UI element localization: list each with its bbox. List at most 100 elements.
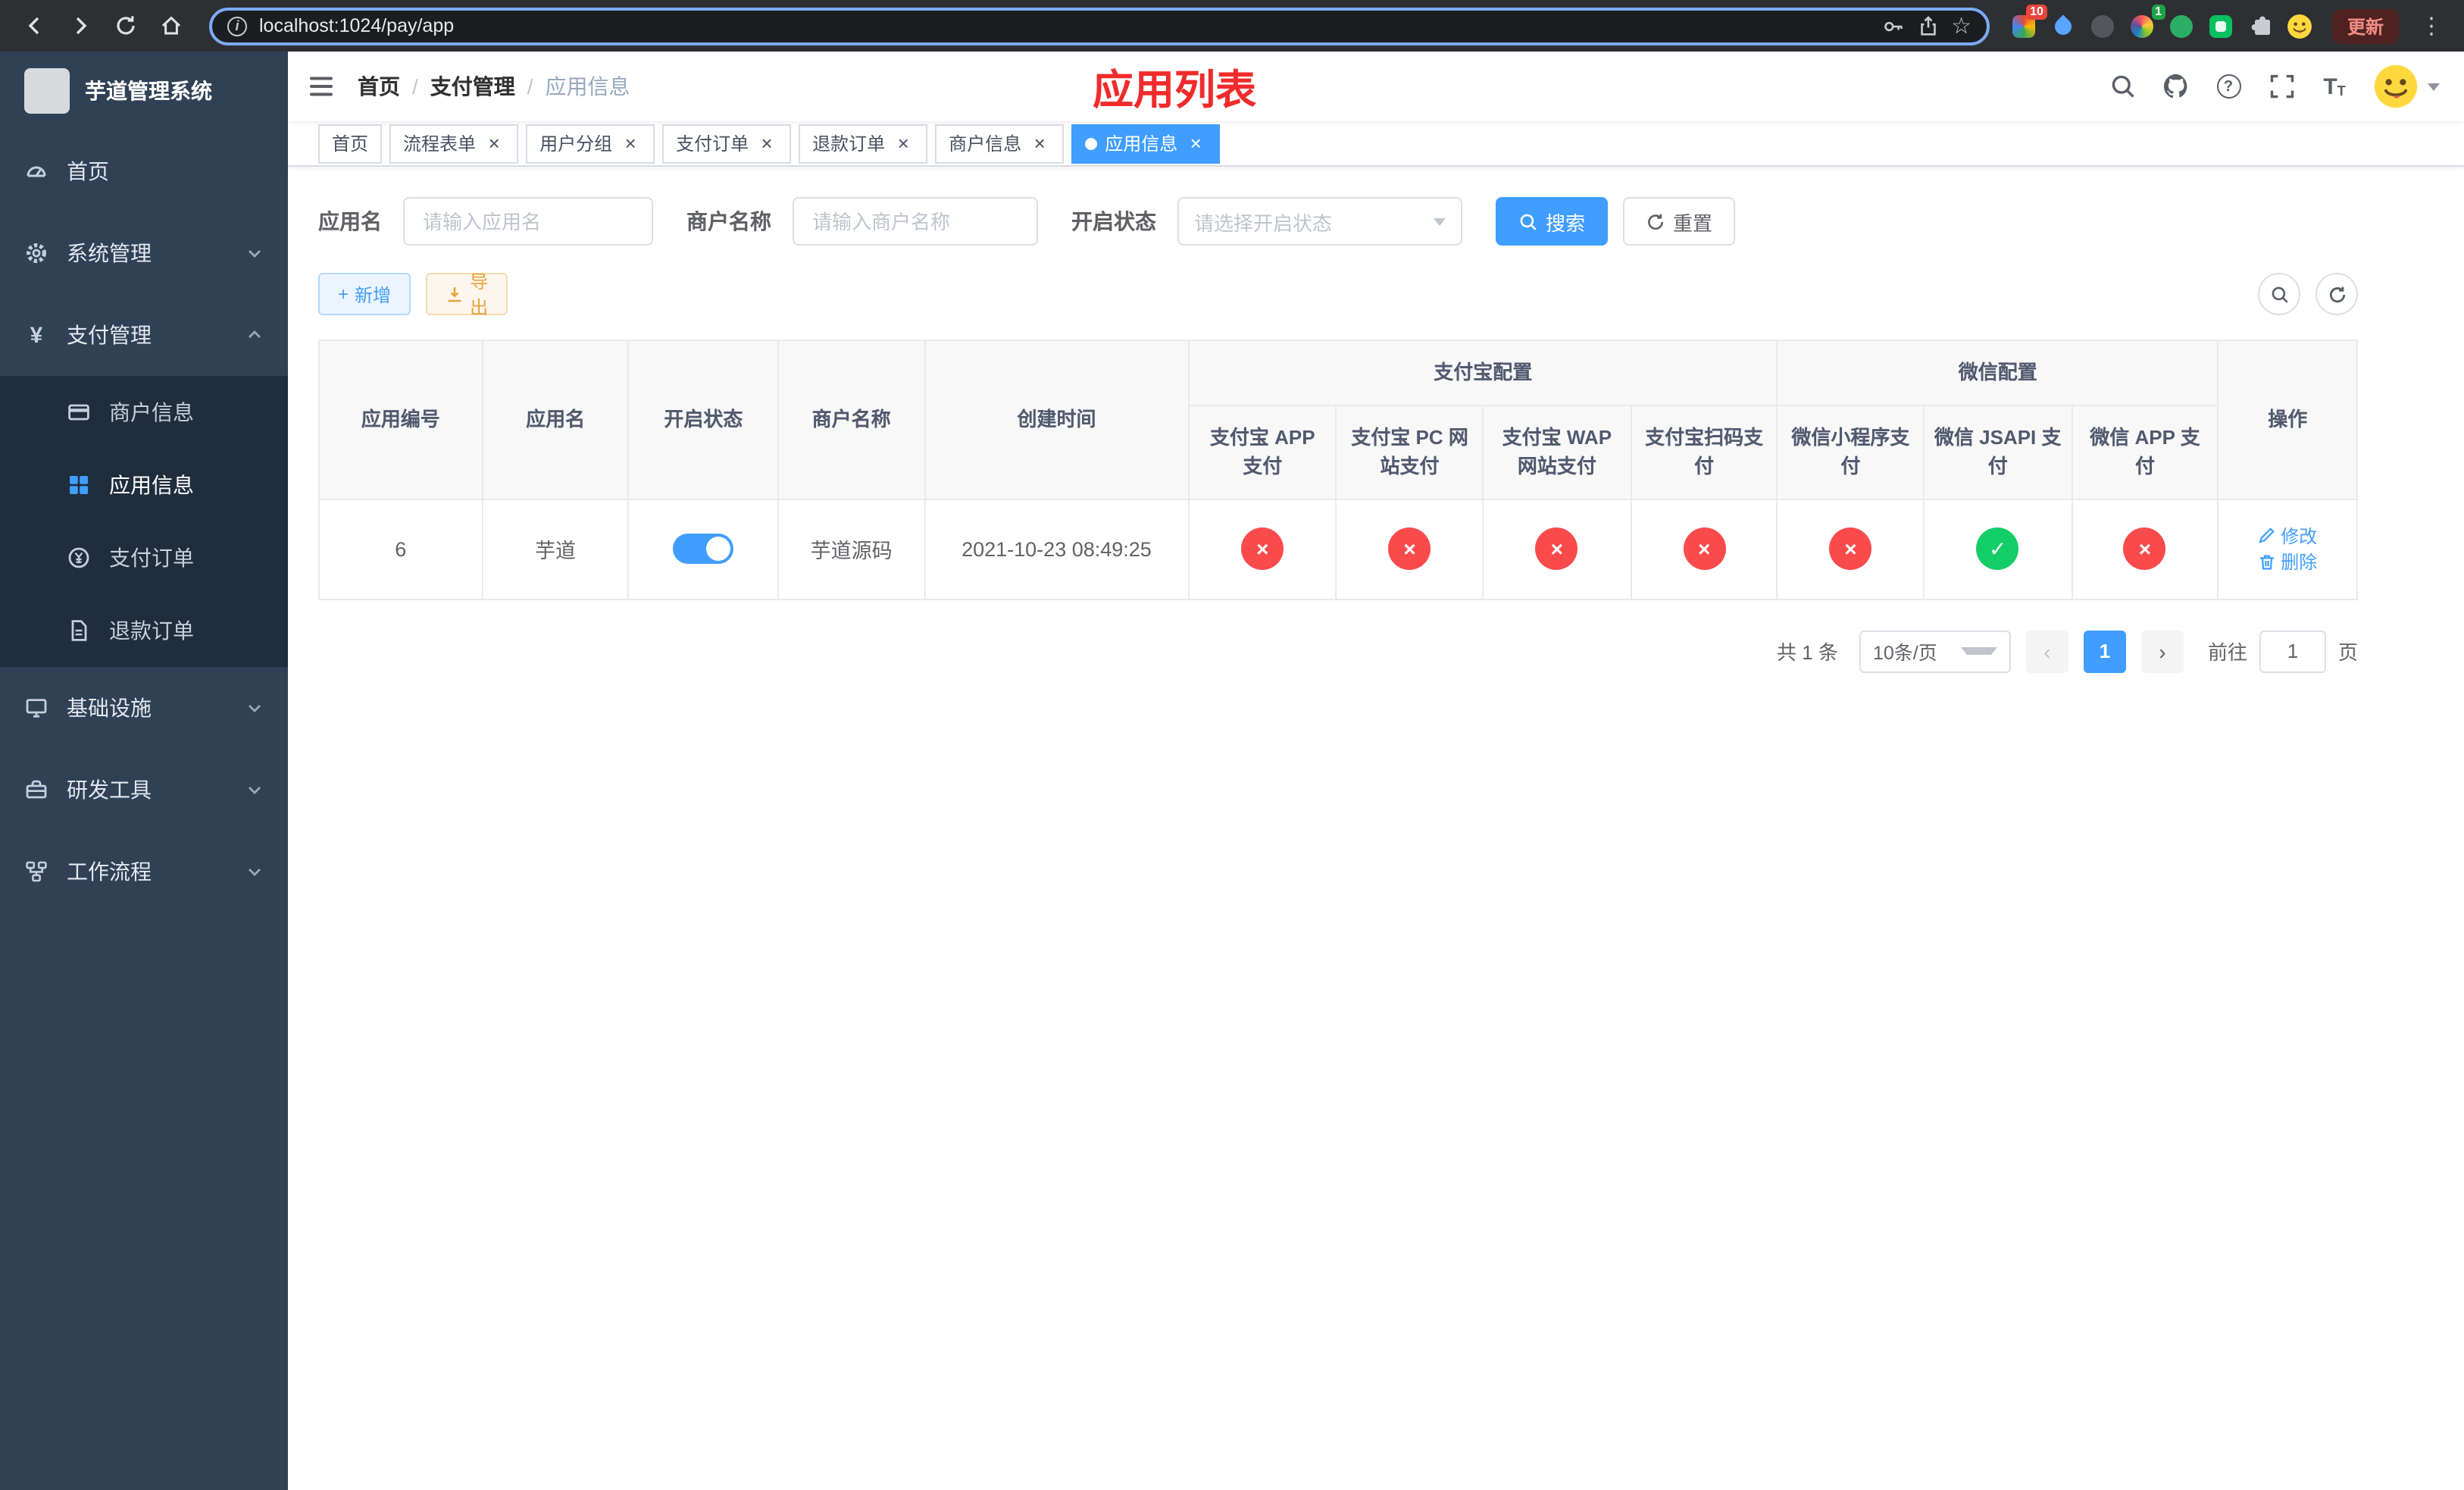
col-group-wechat: 微信配置 [1776, 340, 2219, 405]
reload-icon[interactable] [106, 6, 145, 45]
sidebar-item-app-info[interactable]: 应用信息 [0, 449, 288, 521]
merchant-name-input[interactable] [793, 197, 1038, 246]
site-info-icon[interactable]: i [227, 16, 247, 36]
extension-colorful-icon[interactable]: 10 [2008, 5, 2047, 42]
sidebar-item-label: 应用信息 [109, 473, 194, 497]
sidebar-item-home[interactable]: 首页 [0, 130, 288, 212]
breadcrumb-current: 应用信息 [545, 74, 630, 99]
breadcrumb: 首页 / 支付管理 / 应用信息 [358, 71, 630, 102]
tab-merchant-info[interactable]: 商户信息 × [935, 124, 1065, 163]
workflow-icon [24, 859, 48, 884]
reset-button[interactable]: 重置 [1623, 197, 1736, 246]
screen: i localhost:1024/pay/app ☆ 10 1 更新 ⋮ 芋道管… [0, 0, 2464, 1490]
sidebar-item-refund-order[interactable]: 退款订单 [0, 594, 288, 667]
document-icon [67, 618, 91, 643]
user-avatar[interactable] [2373, 64, 2440, 109]
refresh-button[interactable] [2315, 273, 2358, 315]
tab-process-form[interactable]: 流程表单 × [389, 124, 519, 163]
close-icon[interactable]: × [893, 133, 914, 154]
tab-app-info[interactable]: 应用信息 × [1071, 124, 1221, 163]
address-bar[interactable]: i localhost:1024/pay/app ☆ [209, 7, 1990, 45]
breadcrumb-payment[interactable]: 支付管理 [430, 71, 515, 102]
search-button-label: 搜索 [1546, 211, 1586, 234]
github-icon[interactable] [2161, 72, 2190, 101]
delete-link[interactable]: 删除 [2258, 549, 2317, 574]
navbar-actions: ? TT [2108, 64, 2440, 109]
active-dot [1085, 137, 1098, 149]
next-page-button[interactable]: › [2140, 630, 2184, 672]
cell-created: 2021-10-23 08:49:25 [924, 498, 1190, 599]
search-icon[interactable] [2108, 72, 2137, 101]
status-toggle[interactable] [673, 534, 734, 564]
help-icon[interactable]: ? [2214, 72, 2243, 101]
goto-page-input[interactable] [2259, 630, 2326, 672]
close-icon[interactable]: × [483, 133, 505, 154]
status-select[interactable]: 请选择开启状态 [1177, 197, 1462, 246]
sidebar-item-payment[interactable]: ¥ 支付管理 [0, 294, 288, 376]
app-title: 芋道管理系统 [85, 79, 212, 103]
sidebar-item-pay-order[interactable]: 支付订单 [0, 521, 288, 594]
caret-down-icon [2428, 83, 2440, 90]
page-size-select[interactable]: 10条/页 [1859, 630, 2011, 672]
url-text[interactable]: localhost:1024/pay/app [259, 15, 1869, 36]
extension-droplet-icon[interactable] [2047, 9, 2081, 42]
toggle-search-button[interactable] [2258, 273, 2300, 315]
tags-view: 首页 流程表单 × 用户分组 × 支付订单 × 退款订单 × 商户信息 × 应用… [288, 121, 2464, 167]
sidebar-item-merchant-info[interactable]: 商户信息 [0, 376, 288, 449]
close-icon[interactable]: × [756, 133, 777, 154]
font-size-icon[interactable]: TT [2320, 72, 2349, 101]
profile-avatar-icon[interactable] [2284, 9, 2317, 42]
password-key-icon[interactable] [1881, 14, 1904, 37]
sidebar-item-infrastructure[interactable]: 基础设施 [0, 667, 288, 749]
tab-refund-order[interactable]: 退款订单 × [799, 124, 928, 163]
tab-label: 流程表单 [403, 133, 477, 155]
extension-dark-icon[interactable] [2087, 9, 2120, 42]
edit-link-label: 修改 [2281, 525, 2318, 546]
sidebar-item-workflow[interactable]: 工作流程 [0, 831, 288, 912]
add-button[interactable]: + 新增 [318, 273, 411, 315]
tab-user-group[interactable]: 用户分组 × [526, 124, 655, 163]
fullscreen-icon[interactable] [2267, 72, 2296, 101]
home-icon[interactable] [152, 6, 191, 45]
col-wx-mini: 微信小程序支付 [1776, 404, 1925, 499]
status-label: 开启状态 [1071, 209, 1156, 233]
extension-wheel-icon[interactable]: 1 [2126, 5, 2165, 42]
page-number-active[interactable]: 1 [2083, 630, 2126, 672]
breadcrumb-separator: / [412, 74, 418, 99]
close-icon[interactable]: × [1029, 133, 1050, 154]
breadcrumb-home[interactable]: 首页 [358, 71, 400, 102]
edit-link[interactable]: 修改 [2258, 522, 2317, 548]
chevron-down-icon [1961, 647, 1997, 655]
search-button[interactable]: 搜索 [1496, 197, 1609, 246]
tab-pay-order[interactable]: 支付订单 × [662, 124, 792, 163]
export-button[interactable]: 导出 [426, 271, 508, 318]
back-icon[interactable] [15, 6, 55, 45]
sidebar-item-dev-tools[interactable]: 研发工具 [0, 749, 288, 831]
sidebar-item-label: 商户信息 [109, 400, 194, 424]
app-name-input[interactable] [403, 197, 653, 246]
share-icon[interactable] [1916, 14, 1939, 37]
chevron-down-icon [249, 787, 261, 794]
extension-green-square-icon[interactable] [2205, 9, 2238, 42]
app-table: 应用编号 应用名 开启状态 商户名称 创建时间 支付宝配置 微信配置 操作 支付… [318, 340, 2358, 599]
merchant-name-label: 商户名称 [686, 209, 771, 233]
extensions-puzzle-icon[interactable] [2244, 9, 2278, 42]
hamburger-icon[interactable] [306, 71, 336, 102]
pagination: 共 1 条 10条/页 ‹ 1 › 前往 页 [318, 630, 2358, 672]
extension-badge: 1 [2151, 5, 2165, 20]
status-fail-icon: × [2123, 527, 2166, 570]
col-status: 开启状态 [627, 340, 780, 499]
extension-green-circle-icon[interactable] [2165, 9, 2199, 42]
prev-page-button[interactable]: ‹ [2025, 630, 2068, 672]
sidebar-item-system[interactable]: 系统管理 [0, 212, 288, 294]
browser-menu-icon[interactable]: ⋮ [2414, 12, 2449, 39]
close-icon[interactable]: × [1185, 133, 1206, 154]
col-alipay-qr: 支付宝扫码支付 [1630, 404, 1778, 499]
forward-icon[interactable] [61, 6, 100, 45]
browser-update-button[interactable]: 更新 [2331, 8, 2399, 43]
sidebar-logo[interactable]: 芋道管理系统 [0, 52, 288, 130]
filter-form: 应用名 商户名称 开启状态 请选择开启状态 [318, 197, 2358, 246]
close-icon[interactable]: × [620, 133, 641, 154]
bookmark-star-icon[interactable]: ☆ [1951, 14, 1972, 37]
tab-home[interactable]: 首页 [318, 124, 383, 163]
